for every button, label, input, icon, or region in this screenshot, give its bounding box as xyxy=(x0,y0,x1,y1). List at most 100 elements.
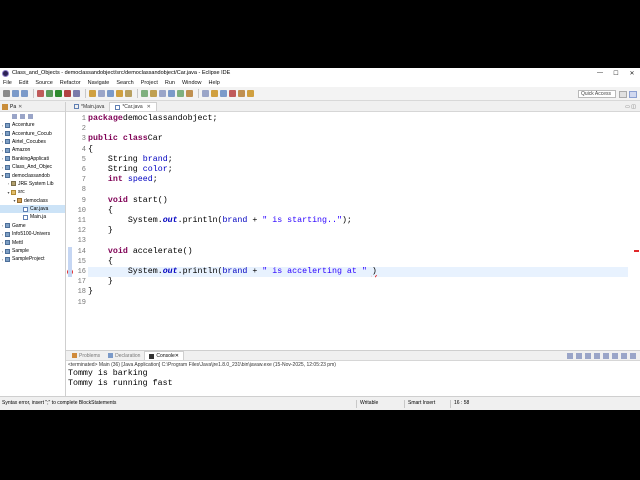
status-insert-mode[interactable]: Smart Insert xyxy=(404,400,435,408)
code-line[interactable]: int speed; xyxy=(88,175,628,185)
pin-console-icon[interactable] xyxy=(603,353,609,359)
toolbar-action-icon[interactable] xyxy=(3,90,10,97)
tree-item[interactable]: › Mettl xyxy=(0,238,65,246)
toolbar-action-icon[interactable] xyxy=(37,90,44,97)
toolbar-action-icon[interactable] xyxy=(73,90,80,97)
toolbar-action-icon[interactable] xyxy=(202,90,209,97)
collapse-all-icon[interactable] xyxy=(12,114,17,119)
code-line[interactable]: { xyxy=(88,145,628,155)
toolbar-action-icon[interactable] xyxy=(55,90,62,97)
menu-source[interactable]: Source xyxy=(35,80,52,86)
tree-item[interactable]: ▾ src xyxy=(0,188,65,196)
toolbar-action-icon[interactable] xyxy=(21,90,28,97)
console-output[interactable]: Tommy is barking Tommy is running fast xyxy=(66,369,640,389)
tab-declaration[interactable]: Declaration xyxy=(104,351,144,360)
code-line[interactable]: String brand; xyxy=(88,155,628,165)
toolbar-action-icon[interactable] xyxy=(141,90,148,97)
toolbar-action-icon[interactable] xyxy=(229,90,236,97)
menu-run[interactable]: Run xyxy=(165,80,175,86)
terminate-icon[interactable] xyxy=(567,353,573,359)
code-area[interactable]: 12345678910111213141516×171819 packagede… xyxy=(66,112,640,348)
toolbar-action-icon[interactable] xyxy=(220,90,227,97)
code-line[interactable]: } xyxy=(88,226,628,236)
close-icon[interactable]: ✕ xyxy=(175,353,179,359)
tree-item[interactable]: › Game xyxy=(0,222,65,230)
code-line[interactable]: } xyxy=(88,277,628,287)
tree-item[interactable]: › Class_And_Objec xyxy=(0,163,65,171)
menu-window[interactable]: Window xyxy=(182,80,202,86)
toolbar-action-icon[interactable] xyxy=(150,90,157,97)
close-icon[interactable]: ✕ xyxy=(147,104,151,110)
error-ruler-mark[interactable] xyxy=(634,250,639,252)
code-line[interactable]: public classCar xyxy=(88,134,628,144)
toolbar-action-icon[interactable] xyxy=(98,90,105,97)
quick-access-input[interactable]: Quick Access xyxy=(578,90,616,98)
display-console-icon[interactable] xyxy=(612,353,618,359)
minimize-button[interactable]: — xyxy=(592,68,608,78)
toolbar-action-icon[interactable] xyxy=(168,90,175,97)
code-line[interactable] xyxy=(88,124,628,134)
editor-window-controls[interactable]: ▭ ◫ xyxy=(625,104,636,110)
tab-problems[interactable]: Problems xyxy=(68,351,104,360)
toolbar-action-icon[interactable] xyxy=(159,90,166,97)
code-line[interactable]: System.out.println(brand + " is accelert… xyxy=(88,267,628,278)
toolbar-action-icon[interactable] xyxy=(12,90,19,97)
open-console-icon[interactable] xyxy=(621,353,627,359)
tree-item[interactable]: › Amazon xyxy=(0,146,65,154)
tree-item[interactable]: › Sample xyxy=(0,247,65,255)
maximize-button[interactable]: ☐ xyxy=(608,68,624,78)
tree-item[interactable]: ▾ democlass xyxy=(0,197,65,205)
code-line[interactable] xyxy=(88,236,628,246)
toolbar-action-icon[interactable] xyxy=(186,90,193,97)
tree-item[interactable]: Main.ja xyxy=(0,213,65,221)
toolbar-action-icon[interactable] xyxy=(64,90,71,97)
tree-item[interactable]: › SampleProject xyxy=(0,255,65,263)
tree-item[interactable]: › BankingApplicati xyxy=(0,155,65,163)
tab-console[interactable]: Console ✕ xyxy=(144,351,184,360)
code-line[interactable] xyxy=(88,298,628,308)
tree-item[interactable]: › Info5100-Univers xyxy=(0,230,65,238)
toolbar-action-icon[interactable] xyxy=(116,90,123,97)
code-line[interactable] xyxy=(88,185,628,195)
tree-item[interactable]: › Accenture_Cocub xyxy=(0,129,65,137)
menu-help[interactable]: Help xyxy=(209,80,220,86)
toolbar-action-icon[interactable] xyxy=(89,90,96,97)
menu-search[interactable]: Search xyxy=(116,80,133,86)
editor-tab[interactable]: *Car.java ✕ xyxy=(109,102,157,111)
link-with-editor-icon[interactable] xyxy=(20,114,25,119)
code-line[interactable]: String color; xyxy=(88,165,628,175)
overview-ruler[interactable] xyxy=(633,112,640,348)
tree-item[interactable]: › Airtel_Cocubes xyxy=(0,138,65,146)
menu-project[interactable]: Project xyxy=(141,80,158,86)
toolbar-action-icon[interactable] xyxy=(247,90,254,97)
java-perspective-icon[interactable] xyxy=(629,91,637,98)
close-icon[interactable]: ✕ xyxy=(18,104,22,110)
toolbar-action-icon[interactable] xyxy=(177,90,184,97)
menu-file[interactable]: File xyxy=(3,80,12,86)
menu-navigate[interactable]: Navigate xyxy=(88,80,110,86)
tree-item[interactable]: › JRE System Lib xyxy=(0,180,65,188)
close-button[interactable]: ✕ xyxy=(624,68,640,78)
package-explorer-tab[interactable]: Pa ✕ xyxy=(0,102,65,112)
editor-tab[interactable]: *Main.java xyxy=(69,102,109,111)
code-line[interactable]: packagedemoclassandobject; xyxy=(88,114,628,124)
toolbar-action-icon[interactable] xyxy=(46,90,53,97)
open-perspective-icon[interactable] xyxy=(619,91,627,98)
toolbar-action-icon[interactable] xyxy=(211,90,218,97)
menu-refactor[interactable]: Refactor xyxy=(60,80,81,86)
code-line[interactable]: System.out.println(brand + " is starting… xyxy=(88,216,628,226)
toolbar-action-icon[interactable] xyxy=(125,90,132,97)
toolbar-action-icon[interactable] xyxy=(107,90,114,97)
code-line[interactable]: { xyxy=(88,257,628,267)
code-line[interactable]: void accelerate() xyxy=(88,247,628,257)
tree-item[interactable]: › Accenture xyxy=(0,121,65,129)
minimize-view-icon[interactable] xyxy=(630,353,636,359)
tree-item[interactable]: Car.java xyxy=(0,204,65,214)
tree-item[interactable]: ▾ democlassandob xyxy=(0,171,65,179)
code-line[interactable]: void start() xyxy=(88,196,628,206)
clear-console-icon[interactable] xyxy=(585,353,591,359)
code-line[interactable]: } xyxy=(88,287,628,297)
menu-edit[interactable]: Edit xyxy=(19,80,28,86)
code-line[interactable]: { xyxy=(88,206,628,216)
toolbar-action-icon[interactable] xyxy=(238,90,245,97)
